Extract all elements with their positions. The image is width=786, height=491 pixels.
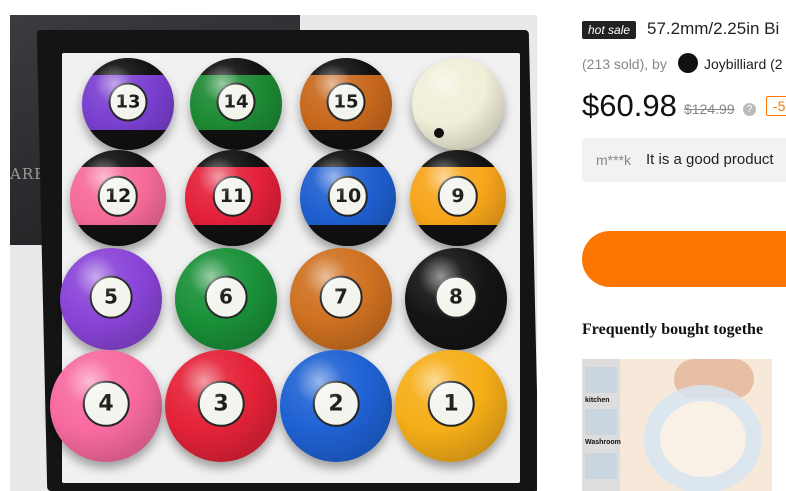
seller-logo-icon[interactable] [678,53,698,73]
collage-cell [585,409,617,435]
ball-3: 3 [165,350,277,462]
ball-6: 6 [175,248,277,350]
related-product-thumbnail[interactable]: kitchen Washroom [582,359,772,491]
ball-11: 11 [185,150,281,246]
ball-2: 2 [280,350,392,462]
product-title[interactable]: 57.2mm/2.25in Bi [647,19,779,39]
review-text: It is a good product [646,151,774,168]
ball-9: 9 [410,150,506,246]
ball-13: 13 [82,58,174,150]
price-info-icon[interactable]: ? [743,103,756,116]
ball-12: 12 [70,150,166,246]
seller-name[interactable]: Joybilliard (2 [704,56,783,72]
ball-1: 1 [395,350,507,462]
ball-10: 10 [300,150,396,246]
cue-ball [412,58,504,150]
ball-5: 5 [60,248,162,350]
ball-8: 8 [405,248,507,350]
collage-label-kitchen: kitchen [585,397,610,404]
add-to-cart-button[interactable] [582,231,786,287]
sold-count: (213 sold), by [582,56,667,72]
tape-roll-image [644,385,762,491]
discount-badge: -5 [766,96,786,116]
review-snippet[interactable]: m***k It is a good product [582,138,786,182]
collage-cell [585,453,617,479]
thumbnail-collage: kitchen Washroom [582,359,621,491]
ball-15: 15 [300,58,392,150]
collage-cell [585,367,617,393]
ball-4: 4 [50,350,162,462]
review-user: m***k [596,152,632,168]
current-price: $60.98 [582,88,677,123]
hot-sale-badge: hot sale [582,21,637,39]
frequently-bought-heading: Frequently bought togethe [582,321,764,338]
ball-7: 7 [290,248,392,350]
ball-14: 14 [190,58,282,150]
original-price: $124.99 [684,101,735,117]
product-image[interactable]: ARB 131415121110956784321 [10,15,537,491]
collage-label-washroom: Washroom [585,439,621,446]
